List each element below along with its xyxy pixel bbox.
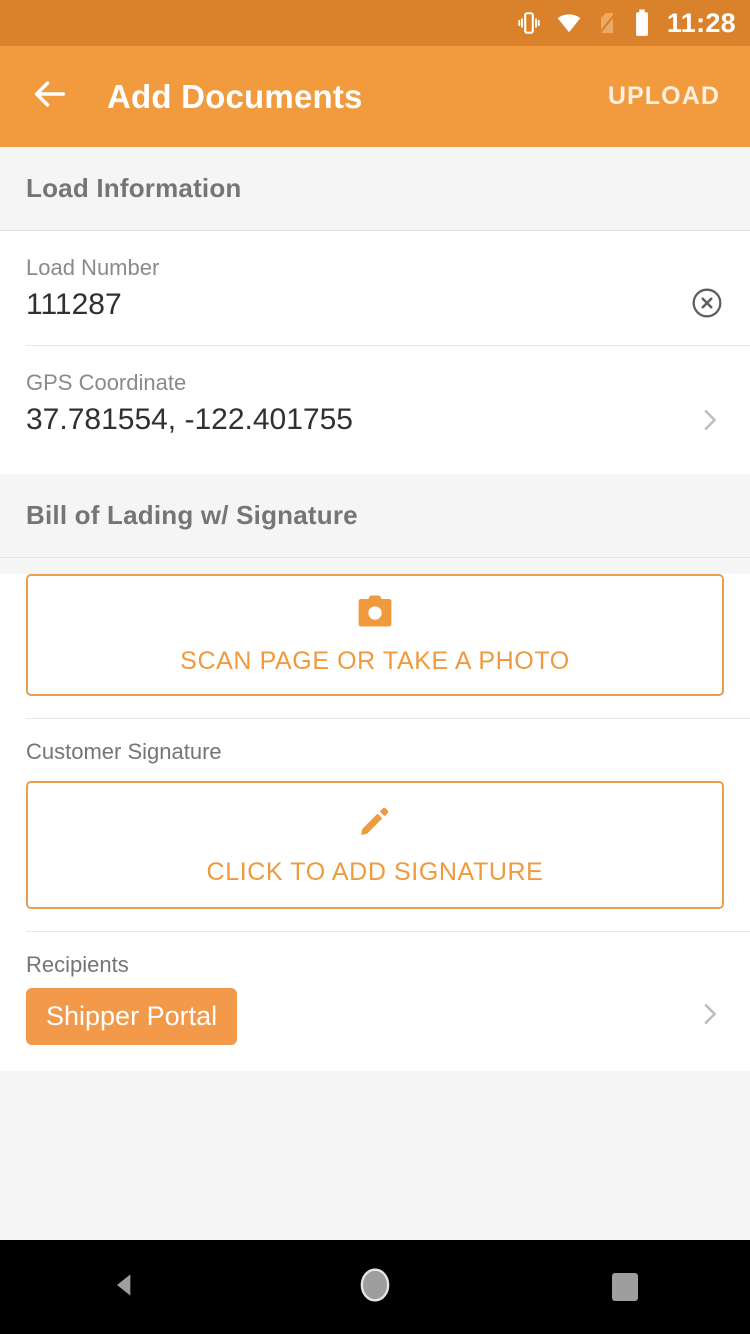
back-arrow-icon [30, 74, 70, 119]
nav-recents-icon [612, 1273, 638, 1301]
recipients-chevron-button[interactable] [694, 999, 724, 1034]
field-label: Load Number [26, 255, 160, 280]
section-header-load-information: Load Information [0, 147, 750, 231]
clear-load-number-button[interactable] [690, 286, 724, 325]
field-load-number[interactable]: Load Number 111287 [0, 231, 750, 345]
clear-circle-icon [690, 286, 724, 325]
section-title: Load Information [26, 173, 242, 203]
recipients-label: Recipients [26, 952, 129, 977]
field-gps-coordinate[interactable]: GPS Coordinate 37.781554, -122.401755 [0, 346, 750, 460]
android-nav-bar [0, 1240, 750, 1334]
battery-icon [633, 9, 651, 37]
card-bottom-padding [0, 1045, 750, 1071]
recipients-row[interactable]: Shipper Portal [0, 988, 750, 1045]
upload-button[interactable]: UPLOAD [604, 72, 724, 121]
status-bar: 11:28 [0, 0, 750, 46]
app-bar: Add Documents UPLOAD [0, 46, 750, 147]
wifi-icon [555, 10, 583, 36]
gps-chevron-button[interactable] [694, 405, 724, 440]
section-title: Bill of Lading w/ Signature [26, 500, 358, 530]
field-value: 37.781554, -122.401755 [26, 403, 353, 436]
add-signature-label: CLICK TO ADD SIGNATURE [206, 858, 544, 886]
vibrate-icon [516, 10, 542, 36]
field-label: GPS Coordinate [26, 370, 187, 395]
scan-page-button[interactable]: SCAN PAGE OR TAKE A PHOTO [26, 574, 724, 696]
back-button[interactable] [26, 73, 74, 121]
nav-recents-button[interactable] [565, 1240, 685, 1334]
chevron-right-icon [694, 999, 724, 1034]
camera-icon [356, 594, 394, 633]
add-signature-button[interactable]: CLICK TO ADD SIGNATURE [26, 781, 724, 909]
scan-page-label: SCAN PAGE OR TAKE A PHOTO [180, 647, 570, 675]
load-information-card: Load Number 111287 GPS Coordinate 37.781… [0, 231, 750, 474]
nav-back-button[interactable] [65, 1240, 185, 1334]
customer-signature-label: Customer Signature [26, 739, 222, 764]
nav-back-icon [109, 1269, 141, 1306]
no-sim-icon [596, 10, 620, 36]
bill-of-lading-card: SCAN PAGE OR TAKE A PHOTO Customer Signa… [0, 574, 750, 1071]
field-value: 111287 [26, 288, 122, 321]
chevron-right-icon [694, 405, 724, 440]
page-title: Add Documents [107, 77, 363, 115]
pencil-icon [357, 803, 393, 844]
recipient-chip-shipper-portal[interactable]: Shipper Portal [26, 988, 238, 1045]
phone-screen: 11:28 Add Documents UPLOAD Load Informat… [0, 0, 750, 1334]
nav-home-button[interactable] [315, 1240, 435, 1334]
section-header-bill-of-lading: Bill of Lading w/ Signature [0, 474, 750, 558]
status-bar-clock: 11:28 [666, 7, 736, 38]
nav-home-icon [357, 1266, 393, 1309]
